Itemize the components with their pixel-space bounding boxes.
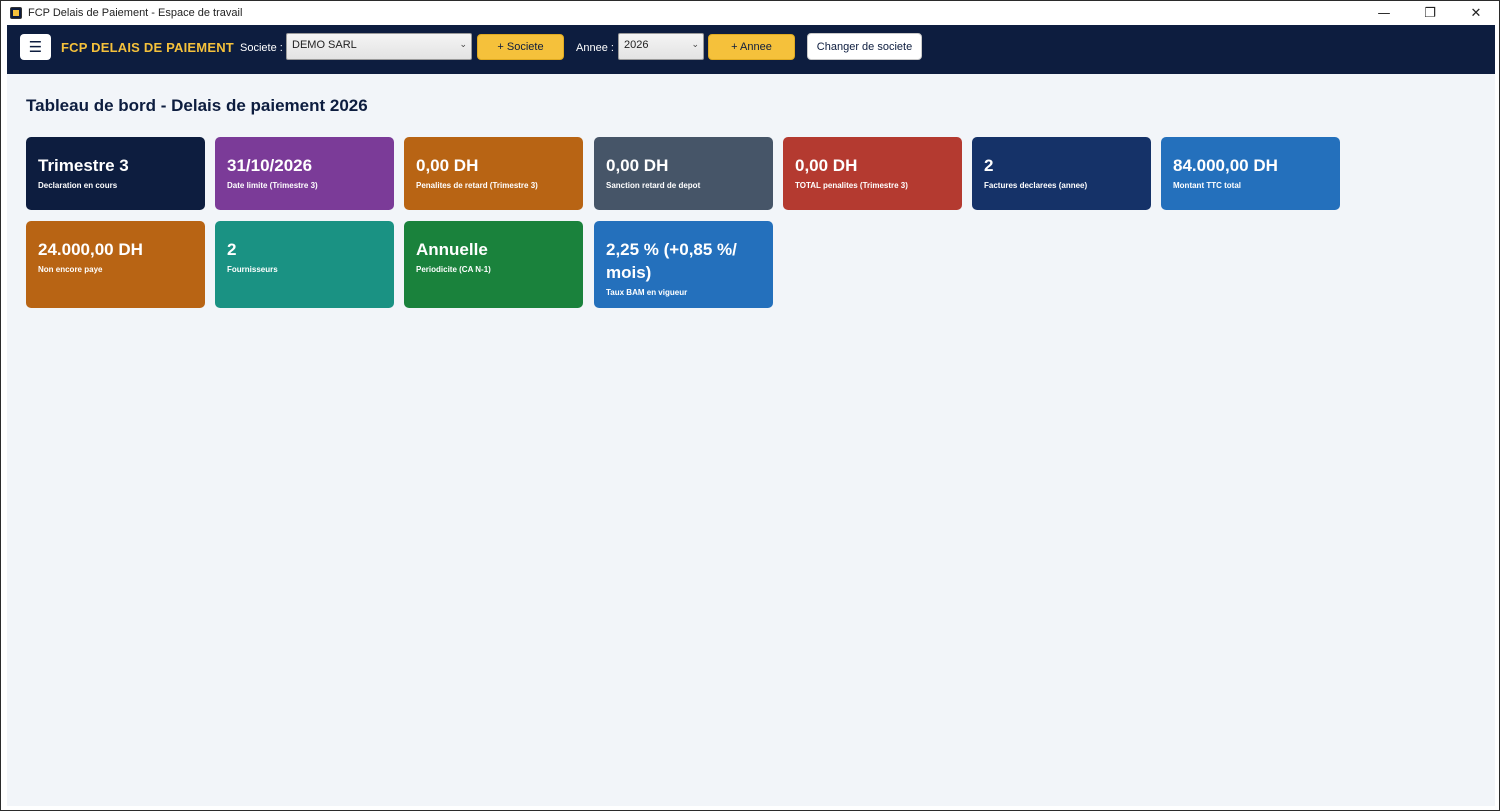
window-title: FCP Delais de Paiement - Espace de trava… <box>28 7 243 19</box>
add-annee-button[interactable]: + Annee <box>708 34 795 60</box>
page-title: Tableau de bord - Delais de paiement 202… <box>26 96 368 115</box>
kpi-card-penalites-retard: 0,00 DH Penalites de retard (Trimestre 3… <box>404 137 583 210</box>
kpi-card-periodicite: Annuelle Periodicite (CA N-1) <box>404 221 583 308</box>
kpi-card-total-penalites: 0,00 DH TOTAL penalites (Trimestre 3) <box>783 137 962 210</box>
kpi-card-date-limite: 31/10/2026 Date limite (Trimestre 3) <box>215 137 394 210</box>
chevron-down-icon: ⌄ <box>691 40 699 50</box>
kpi-label: Periodicite (CA N-1) <box>416 265 491 274</box>
kpi-value: 2 <box>227 240 237 259</box>
minimize-icon[interactable]: — <box>1361 1 1407 25</box>
add-societe-button[interactable]: + Societe <box>477 34 564 60</box>
kpi-card-taux-bam: 2,25 % (+0,85 %/ mois) Taux BAM en vigue… <box>594 221 773 308</box>
chevron-down-icon: ⌄ <box>459 40 467 50</box>
annee-select[interactable]: 2026 ⌄ <box>618 33 704 60</box>
kpi-value: 0,00 DH <box>606 156 669 175</box>
brand-title: FCP DELAIS DE PAIEMENT <box>61 40 234 55</box>
kpi-card-sanction-depot: 0,00 DH Sanction retard de depot <box>594 137 773 210</box>
close-icon[interactable]: ✕ <box>1453 1 1499 25</box>
menu-button[interactable]: ☰ <box>20 34 51 60</box>
kpi-label: Non encore paye <box>38 265 103 274</box>
kpi-value: Annuelle <box>416 240 488 259</box>
kpi-value: 0,00 DH <box>416 156 479 175</box>
kpi-label: TOTAL penalites (Trimestre 3) <box>795 181 908 190</box>
hamburger-icon: ☰ <box>28 38 43 56</box>
kpi-card-fournisseurs: 2 Fournisseurs <box>215 221 394 308</box>
kpi-value: 2 <box>984 156 994 175</box>
annee-select-value: 2026 <box>624 39 649 51</box>
kpi-label: Fournisseurs <box>227 265 278 274</box>
kpi-label: Declaration en cours <box>38 181 118 190</box>
title-bar: FCP Delais de Paiement - Espace de trava… <box>1 1 1499 25</box>
kpi-value: 84.000,00 DH <box>1173 156 1278 175</box>
societe-select-value: DEMO SARL <box>292 39 357 51</box>
kpi-value: 2,25 % (+0,85 %/ mois) <box>606 240 737 282</box>
kpi-label: Montant TTC total <box>1173 181 1241 190</box>
kpi-card-non-paye: 24.000,00 DH Non encore paye <box>26 221 205 308</box>
restore-icon[interactable]: ❐ <box>1407 1 1453 25</box>
societe-select[interactable]: DEMO SARL ⌄ <box>286 33 472 60</box>
kpi-label: Taux BAM en vigueur <box>606 288 688 297</box>
kpi-value: Trimestre 3 <box>38 156 129 175</box>
app-window: FCP Delais de Paiement - Espace de trava… <box>0 0 1500 811</box>
kpi-value: 31/10/2026 <box>227 156 313 175</box>
kpi-card-factures: 2 Factures declarees (annee) <box>972 137 1151 210</box>
kpi-card-trimestre: Trimestre 3 Declaration en cours <box>26 137 205 210</box>
kpi-value: 0,00 DH <box>795 156 858 175</box>
kpi-label: Penalites de retard (Trimestre 3) <box>416 181 538 190</box>
societe-label: Societe : <box>240 42 283 54</box>
change-societe-button[interactable]: Changer de societe <box>807 33 922 60</box>
kpi-value: 24.000,00 DH <box>38 240 143 259</box>
app-icon <box>10 7 22 19</box>
window-controls: — ❐ ✕ <box>1361 1 1499 25</box>
app-header: ☰ FCP DELAIS DE PAIEMENT Societe : DEMO … <box>7 25 1495 74</box>
kpi-label: Sanction retard de depot <box>606 181 701 190</box>
kpi-label: Date limite (Trimestre 3) <box>227 181 318 190</box>
kpi-label: Factures declarees (annee) <box>984 181 1088 190</box>
annee-label: Annee : <box>576 42 614 54</box>
kpi-card-montant-ttc: 84.000,00 DH Montant TTC total <box>1161 137 1340 210</box>
dashboard-content: Tableau de bord - Delais de paiement 202… <box>7 74 1495 806</box>
